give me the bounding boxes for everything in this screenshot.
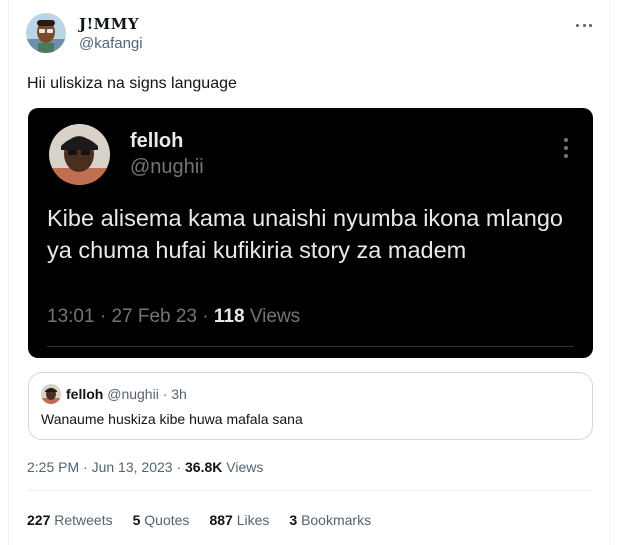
cartoon-avatar-icon	[26, 13, 66, 53]
tweet-meta: 2:25 PM · Jun 13, 2023 · 36.8K Views	[27, 459, 263, 475]
attached-screenshot[interactable]: felloh @nughii Kibe alisema kama unaishi…	[28, 108, 593, 358]
quotes-stat[interactable]: 5 Quotes	[133, 512, 190, 528]
retweets-stat[interactable]: 227 Retweets	[27, 512, 113, 528]
person-avatar-icon	[49, 124, 110, 185]
screenshot-author-handle: @nughii	[130, 156, 204, 178]
separator-dot: ·	[202, 306, 209, 327]
bookmarks-stat[interactable]: 3 Bookmarks	[289, 512, 371, 528]
views-count: 36.8K	[185, 459, 223, 475]
divider	[27, 490, 593, 491]
author-avatar[interactable]	[26, 13, 66, 53]
screenshot-author-name: felloh	[130, 130, 184, 152]
quoted-tweet-header: felloh @nughii · 3h	[66, 386, 187, 402]
quoted-author-handle: @nughii	[107, 386, 159, 402]
screenshot-divider	[47, 346, 574, 347]
more-options-icon[interactable]	[572, 18, 596, 32]
bookmarks-label: Bookmarks	[301, 512, 372, 528]
bookmarks-count: 3	[289, 512, 298, 528]
separator-dot: ·	[99, 306, 107, 327]
likes-stat[interactable]: 887 Likes	[209, 512, 269, 528]
screenshot-views-count: 118	[213, 306, 245, 327]
screenshot-views-label: Views	[249, 306, 301, 327]
screenshot-date: 27 Feb 23	[111, 306, 198, 327]
likes-label: Likes	[236, 512, 270, 528]
tweet-date[interactable]: Jun 13, 2023	[92, 459, 173, 475]
author-display-name[interactable]: J!MMY	[79, 15, 139, 33]
separator-dot: ·	[162, 386, 168, 402]
frame-border-left	[8, 0, 9, 545]
quotes-count: 5	[132, 512, 141, 528]
screenshot-more-icon	[561, 136, 571, 160]
retweets-count: 227	[27, 512, 51, 528]
quoted-author-name: felloh	[66, 386, 104, 402]
author-handle[interactable]: @kafangi	[79, 35, 143, 52]
tweet-text: Hii uliskiza na signs language	[27, 75, 237, 92]
quoted-tweet-text: Wanaume huskiza kibe huwa mafala sana	[41, 411, 303, 427]
engagement-stats: 227 Retweets 5 Quotes 887 Likes 3 Bookma…	[27, 512, 371, 528]
quoted-tweet-age: 3h	[171, 386, 187, 402]
person-avatar-icon	[41, 384, 61, 404]
likes-count: 887	[209, 512, 233, 528]
views-label: Views	[226, 459, 264, 475]
separator-dot: ·	[176, 459, 182, 475]
screenshot-tweet-text: Kibe alisema kama unaishi nyumba ikona m…	[47, 205, 563, 263]
tweet-time[interactable]: 2:25 PM	[27, 459, 79, 475]
quoted-tweet[interactable]: felloh @nughii · 3h Wanaume huskiza kibe…	[28, 372, 593, 440]
frame-border-right	[609, 0, 610, 545]
screenshot-meta: 13:01 · 27 Feb 23 · 118 Views	[47, 306, 300, 328]
separator-dot: ·	[83, 459, 88, 475]
quotes-label: Quotes	[144, 512, 190, 528]
quoted-author-avatar	[41, 384, 61, 404]
screenshot-avatar	[49, 124, 110, 185]
retweets-label: Retweets	[54, 512, 113, 528]
screenshot-time: 13:01	[47, 306, 95, 327]
